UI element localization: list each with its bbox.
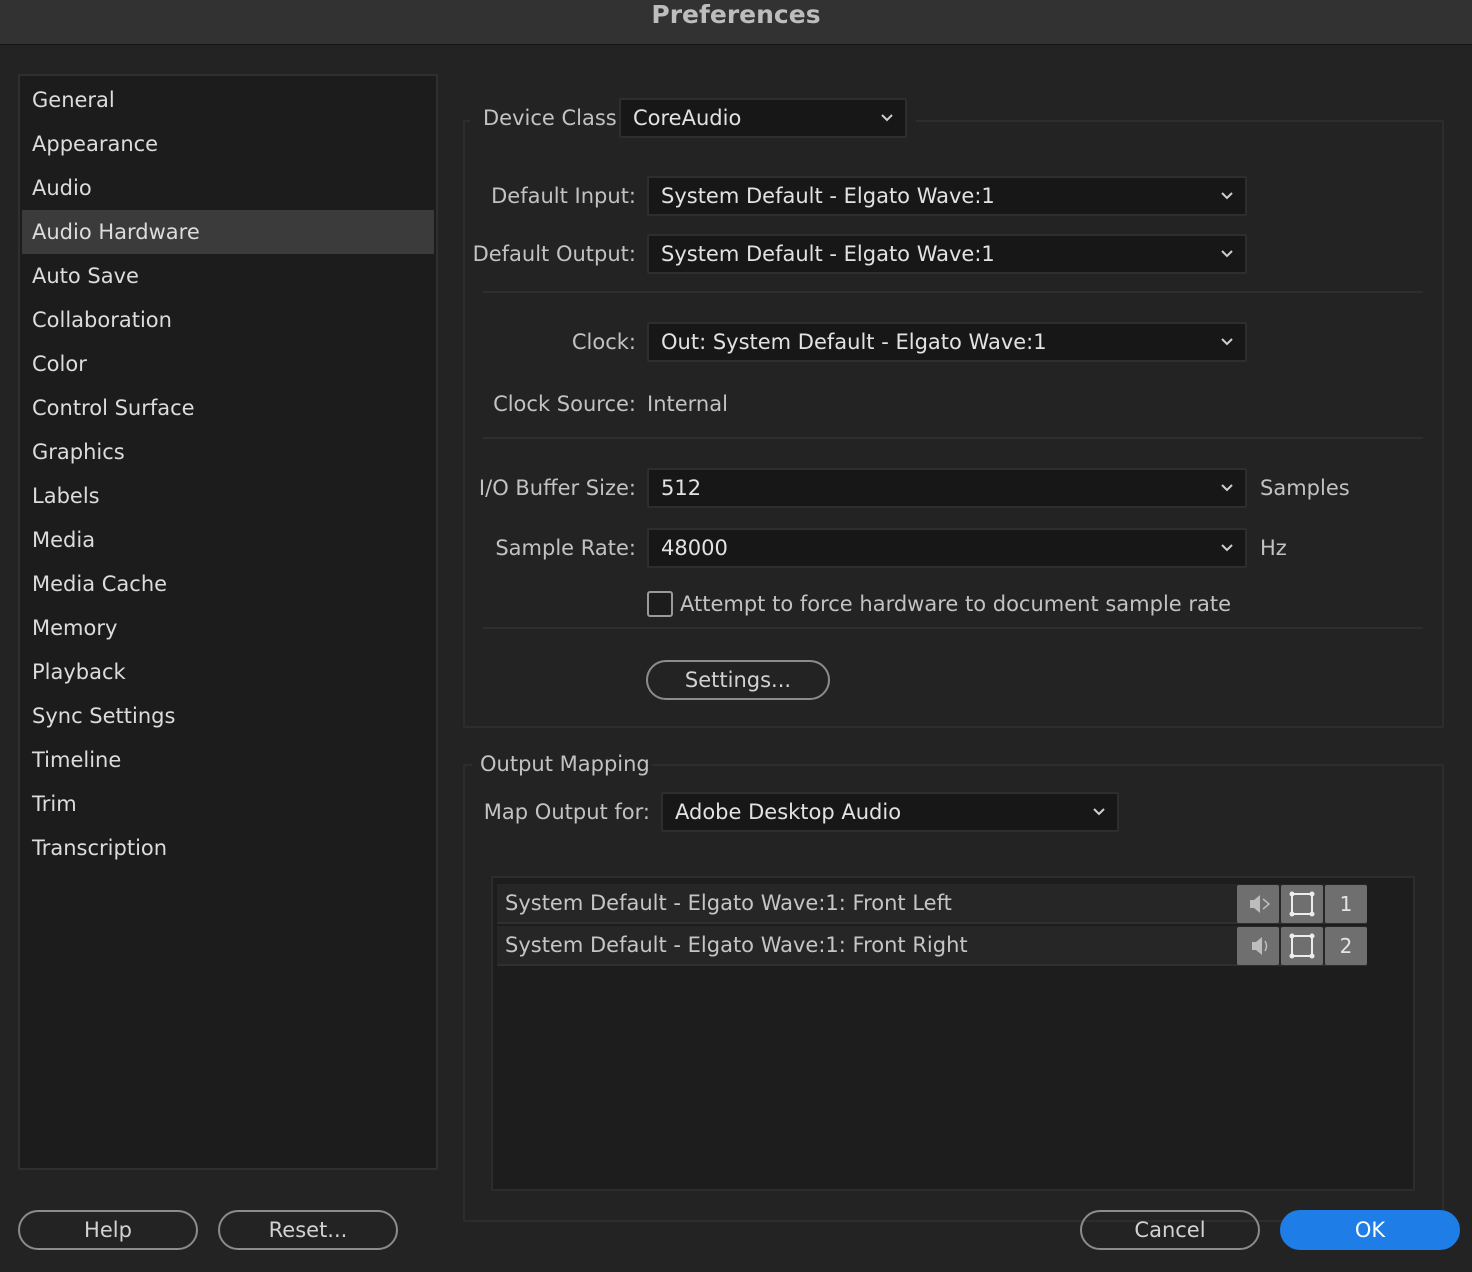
sidebar-item-transcription[interactable]: Transcription [22, 826, 434, 870]
default-output-value: System Default - Elgato Wave:1 [661, 242, 995, 266]
device-class-value: CoreAudio [633, 106, 742, 130]
divider [483, 437, 1423, 439]
buffer-size-label: I/O Buffer Size: [478, 476, 636, 500]
buffer-size-unit: Samples [1260, 476, 1350, 500]
channel-number: 1 [1325, 885, 1367, 923]
default-output-label: Default Output: [472, 242, 636, 266]
chevron-down-icon [1221, 192, 1233, 200]
default-input-dropdown[interactable]: System Default - Elgato Wave:1 [647, 176, 1247, 216]
default-input-value: System Default - Elgato Wave:1 [661, 184, 995, 208]
mapping-row-front-left[interactable]: System Default - Elgato Wave:1: Front Le… [497, 884, 1367, 924]
force-sample-rate-checkbox[interactable] [647, 591, 673, 617]
sidebar-item-collaboration[interactable]: Collaboration [22, 298, 434, 342]
sidebar-item-audio-hardware[interactable]: Audio Hardware [22, 210, 434, 254]
sidebar-item-auto-save[interactable]: Auto Save [22, 254, 434, 298]
chevron-down-icon [881, 114, 893, 122]
channel-bracket-icon[interactable] [1281, 927, 1323, 965]
title-bar: Preferences [0, 0, 1472, 45]
map-output-value: Adobe Desktop Audio [675, 800, 902, 824]
sidebar-item-trim[interactable]: Trim [22, 782, 434, 826]
divider [483, 627, 1423, 629]
default-input-label: Default Input: [491, 184, 636, 208]
sample-rate-value: 48000 [661, 536, 728, 560]
divider [483, 291, 1423, 293]
default-output-dropdown[interactable]: System Default - Elgato Wave:1 [647, 234, 1247, 274]
speaker-icon[interactable] [1237, 927, 1279, 965]
clock-label: Clock: [571, 330, 636, 354]
clock-dropdown[interactable]: Out: System Default - Elgato Wave:1 [647, 322, 1247, 362]
sidebar-item-control-surface[interactable]: Control Surface [22, 386, 434, 430]
sidebar-item-playback[interactable]: Playback [22, 650, 434, 694]
device-class-dropdown[interactable]: CoreAudio [619, 98, 907, 138]
sidebar-item-sync-settings[interactable]: Sync Settings [22, 694, 434, 738]
sidebar-item-graphics[interactable]: Graphics [22, 430, 434, 474]
map-output-dropdown[interactable]: Adobe Desktop Audio [661, 792, 1119, 832]
chevron-down-icon [1221, 544, 1233, 552]
sidebar-item-audio[interactable]: Audio [22, 166, 434, 210]
output-mapping-list: System Default - Elgato Wave:1: Front Le… [491, 876, 1415, 1191]
clock-source-value: Internal [647, 392, 728, 416]
speaker-icon[interactable] [1237, 885, 1279, 923]
settings-button[interactable]: Settings... [646, 660, 830, 700]
sidebar-item-media-cache[interactable]: Media Cache [22, 562, 434, 606]
mapping-row-label: System Default - Elgato Wave:1: Front Ri… [505, 933, 968, 957]
channel-number: 2 [1325, 927, 1367, 965]
window-title: Preferences [651, 0, 821, 29]
device-class-label: Device Class: [483, 106, 624, 130]
sidebar-item-timeline[interactable]: Timeline [22, 738, 434, 782]
buffer-size-value: 512 [661, 476, 702, 500]
mapping-row-front-right[interactable]: System Default - Elgato Wave:1: Front Ri… [497, 926, 1367, 966]
ok-button[interactable]: OK [1280, 1210, 1460, 1250]
chevron-down-icon [1221, 250, 1233, 258]
help-button[interactable]: Help [18, 1210, 198, 1250]
chevron-down-icon [1093, 808, 1105, 816]
clock-value: Out: System Default - Elgato Wave:1 [661, 330, 1047, 354]
sidebar-item-color[interactable]: Color [22, 342, 434, 386]
sample-rate-label: Sample Rate: [495, 536, 636, 560]
sidebar-item-memory[interactable]: Memory [22, 606, 434, 650]
map-output-label: Map Output for: [483, 800, 650, 824]
output-mapping-title: Output Mapping [480, 752, 650, 776]
sidebar-item-appearance[interactable]: Appearance [22, 122, 434, 166]
sidebar-item-media[interactable]: Media [22, 518, 434, 562]
channel-bracket-icon[interactable] [1281, 885, 1323, 923]
reset-button[interactable]: Reset... [218, 1210, 398, 1250]
mapping-row-label: System Default - Elgato Wave:1: Front Le… [505, 891, 952, 915]
cancel-button[interactable]: Cancel [1080, 1210, 1260, 1250]
chevron-down-icon [1221, 338, 1233, 346]
preferences-sidebar: General Appearance Audio Audio Hardware … [18, 74, 438, 1170]
sample-rate-unit: Hz [1260, 536, 1287, 560]
clock-source-label: Clock Source: [493, 392, 636, 416]
force-sample-rate-label[interactable]: Attempt to force hardware to document sa… [680, 589, 1231, 619]
sidebar-item-labels[interactable]: Labels [22, 474, 434, 518]
sample-rate-dropdown[interactable]: 48000 [647, 528, 1247, 568]
buffer-size-dropdown[interactable]: 512 [647, 468, 1247, 508]
sidebar-item-general[interactable]: General [22, 78, 434, 122]
chevron-down-icon [1221, 484, 1233, 492]
